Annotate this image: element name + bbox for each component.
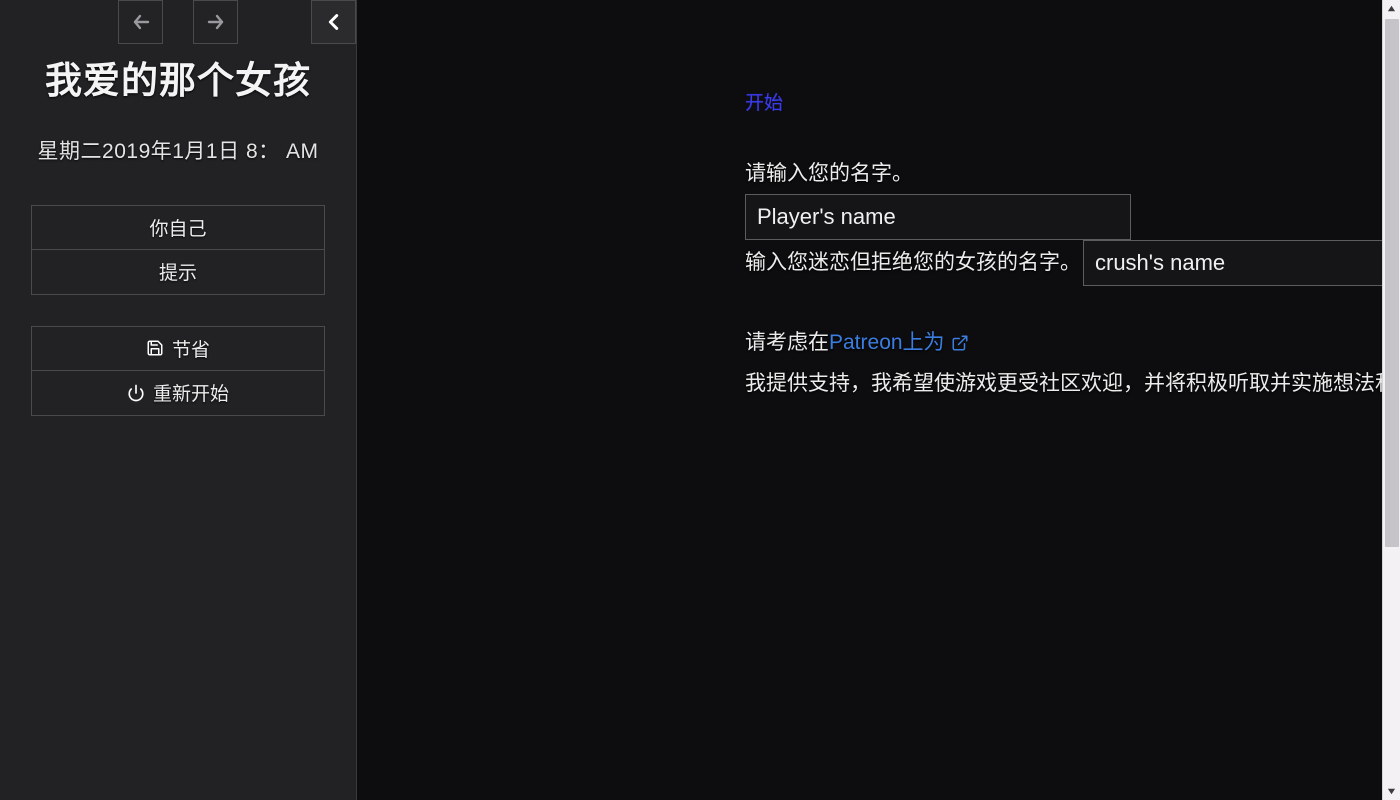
crush-row: 输入您迷恋但拒绝您的女孩的名字。	[745, 240, 1382, 287]
menu-group-system: 节省 重新开始	[31, 325, 325, 416]
back-button[interactable]	[118, 0, 163, 44]
chevron-left-icon	[323, 11, 345, 33]
sidebar-item-label: 你自己	[149, 218, 207, 240]
sidebar-item-label: 重新开始	[152, 384, 229, 406]
page-scrollbar[interactable]	[1382, 0, 1400, 800]
player-name-input[interactable]	[745, 194, 1131, 241]
sidebar-item-hints[interactable]: 提示	[32, 250, 324, 294]
crush-name-input[interactable]	[1083, 240, 1382, 287]
game-title: 我爱的那个女孩	[45, 60, 311, 101]
start-passage-link[interactable]: 开始	[745, 88, 783, 115]
patreon-link[interactable]: Patreon上为	[829, 331, 945, 354]
in-game-date: 星期二2019年1月1日 8： AM	[37, 139, 319, 163]
sidebar-item-label: 节省	[171, 339, 210, 361]
sidebar-item-yourself[interactable]: 你自己	[32, 206, 324, 250]
menu-group-primary: 你自己 提示	[31, 204, 325, 295]
external-link-icon	[951, 327, 969, 364]
arrow-left-icon	[129, 10, 153, 34]
sidebar-navbar	[0, 0, 356, 45]
power-icon	[127, 384, 145, 402]
scrollbar-thumb[interactable]	[1385, 19, 1399, 547]
patreon-text-after: 我提供支持，我希望使游戏更受社区欢迎，并将积极听取并实施想法和建议。	[745, 371, 1382, 395]
passage-content: 开始 请输入您的名字。 输入您迷恋但拒绝您的女孩的名字。 请考虑在Patreon…	[357, 0, 1382, 800]
sidebar-item-save[interactable]: 节省	[32, 327, 324, 371]
scroll-up-arrow-icon[interactable]	[1383, 0, 1400, 17]
crush-prompt-text: 输入您迷恋但拒绝您的女孩的名字。	[745, 251, 1081, 275]
scroll-down-arrow-icon[interactable]	[1383, 783, 1400, 800]
name-prompt-text: 请输入您的名字。	[745, 162, 913, 185]
sidebar-item-label: 提示	[158, 263, 197, 285]
game-window: 我爱的那个女孩 星期二2019年1月1日 8： AM 你自己 提示 节省 重新开…	[0, 0, 1382, 800]
collapse-sidebar-button[interactable]	[311, 0, 356, 44]
sidebar: 我爱的那个女孩 星期二2019年1月1日 8： AM 你自己 提示 节省 重新开…	[0, 0, 357, 800]
arrow-right-icon	[204, 10, 228, 34]
save-icon	[146, 339, 164, 357]
patreon-text-before: 请考虑在	[745, 331, 829, 355]
sidebar-item-restart[interactable]: 重新开始	[32, 371, 324, 415]
patreon-support-paragraph: 请考虑在Patreon上为 我提供支持，我希望使游戏更受社区欢迎，并将积极听取并…	[745, 324, 1382, 402]
forward-button[interactable]	[193, 0, 238, 44]
